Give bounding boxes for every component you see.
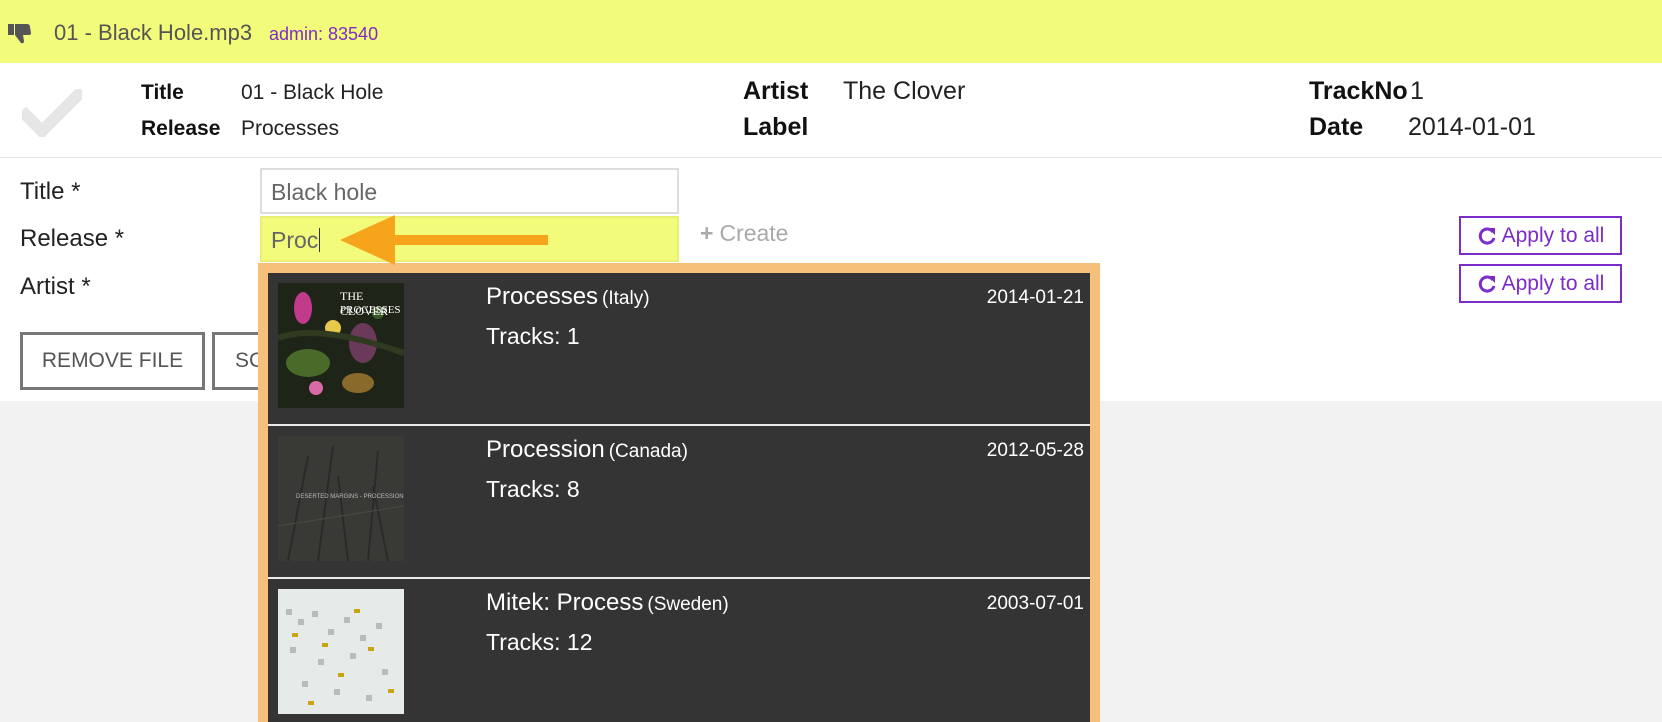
suggestion-item[interactable]: DESERTED MARGINS - PROCESSION Procession…	[268, 426, 1090, 579]
refresh-icon	[1478, 227, 1496, 245]
suggestion-title: Processes (Italy)	[486, 283, 650, 311]
file-metadata: Title 01 - Black Hole Release Processes …	[0, 63, 1662, 158]
title-field-label: Title *	[20, 178, 81, 205]
title-input[interactable]: Black hole	[260, 168, 679, 214]
release-date: 2014-01-21	[986, 287, 1084, 308]
meta-label-label: Label	[743, 113, 809, 141]
suggestion-item[interactable]: THE CLOVER PROCESSES Processes (Italy) Tr…	[268, 273, 1090, 426]
artist-field-label: Artist *	[20, 273, 91, 300]
album-cover	[278, 589, 404, 714]
meta-date-value: 2014-01-01	[1408, 113, 1536, 141]
release-country: (Sweden)	[647, 594, 729, 615]
release-country: (Canada)	[608, 441, 688, 462]
track-count: Tracks: 1	[486, 323, 580, 349]
cover-text: DESERTED MARGINS - PROCESSION	[296, 494, 404, 500]
apply-to-all-release-button[interactable]: Apply to all	[1459, 216, 1622, 255]
suggestion-title: Mitek: Process (Sweden)	[486, 589, 729, 617]
release-country: (Italy)	[602, 288, 650, 309]
meta-release-label: Release	[141, 117, 221, 140]
album-cover: DESERTED MARGINS - PROCESSION	[278, 436, 404, 561]
release-suggestions-dropdown: THE CLOVER PROCESSES Processes (Italy) Tr…	[258, 263, 1100, 722]
release-input-value: Proc	[271, 227, 319, 253]
release-date: 2012-05-28	[986, 440, 1084, 461]
release-name: Procession	[486, 436, 605, 463]
meta-artist-value: The Clover	[843, 77, 966, 105]
create-label: Create	[719, 220, 789, 246]
meta-title-label: Title	[141, 81, 184, 104]
track-count: Tracks: 12	[486, 629, 593, 655]
album-cover: THE CLOVER PROCESSES	[278, 283, 404, 408]
title-input-value: Black hole	[271, 179, 378, 205]
file-name: 01 - Black Hole.mp3	[54, 20, 253, 45]
suggestion-item[interactable]: Mitek: Process (Sweden) Tracks: 12 2003-0…	[268, 579, 1090, 722]
suggestion-title: Procession (Canada)	[486, 436, 688, 464]
create-release-button[interactable]: + Create	[700, 220, 788, 247]
apply-label: Apply to all	[1501, 271, 1605, 295]
meta-date-label: Date	[1309, 113, 1364, 141]
release-name: Processes	[486, 283, 599, 310]
remove-file-label: REMOVE FILE	[41, 349, 184, 372]
remove-file-button[interactable]: REMOVE FILE	[20, 332, 205, 390]
meta-trackno-label: TrackNo	[1309, 77, 1408, 105]
suggestions-list: THE CLOVER PROCESSES Processes (Italy) Tr…	[268, 273, 1090, 722]
release-field-label: Release *	[20, 225, 125, 252]
apply-to-all-artist-button[interactable]: Apply to all	[1459, 264, 1622, 303]
file-header: 01 - Black Hole.mp3 admin: 83540	[0, 0, 1662, 63]
release-name: Mitek: Process	[486, 589, 644, 616]
checkmark-icon	[22, 89, 82, 137]
release-date: 2003-07-01	[986, 593, 1084, 614]
meta-release-value: Processes	[241, 117, 340, 140]
meta-trackno-value: 1	[1410, 77, 1424, 105]
admin-id: admin: 83540	[269, 24, 379, 44]
track-count: Tracks: 8	[486, 476, 580, 502]
refresh-icon	[1478, 275, 1496, 293]
thumbs-down-icon[interactable]	[8, 22, 34, 44]
annotation-arrow-icon	[340, 215, 548, 265]
meta-title-value: 01 - Black Hole	[241, 81, 384, 104]
cover-text: PROCESSES	[340, 304, 401, 316]
plus-icon: +	[700, 220, 714, 246]
meta-artist-label: Artist	[743, 77, 809, 105]
apply-label: Apply to all	[1501, 223, 1605, 247]
text-caret	[319, 228, 321, 252]
